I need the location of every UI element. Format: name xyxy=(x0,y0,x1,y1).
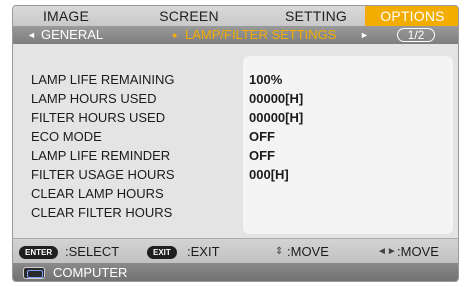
left-arrow-icon[interactable]: ◄ xyxy=(27,26,36,44)
active-dot-icon: ● xyxy=(172,30,178,40)
input-source-label: COMPUTER xyxy=(53,265,128,280)
subtab-general[interactable]: GENERAL xyxy=(41,26,103,44)
right-arrow-icon[interactable]: ► xyxy=(360,26,369,44)
settings-content: LAMP LIFE REMAINING 100% LAMP HOURS USED… xyxy=(13,44,458,238)
subtab-lamp-filter-settings[interactable]: LAMP/FILTER SETTINGS xyxy=(185,26,336,44)
move-up-down-label: :MOVE xyxy=(287,244,329,259)
menu-item-value: OFF xyxy=(249,148,275,163)
input-source-bar: COMPUTER xyxy=(13,263,458,281)
menu-item-value: 100% xyxy=(249,72,283,87)
menu-item-lamp-life-reminder[interactable]: LAMP LIFE REMINDER OFF xyxy=(13,146,458,165)
computer-icon xyxy=(23,267,45,279)
menu-item-eco-mode[interactable]: ECO MODE OFF xyxy=(13,127,458,146)
menu-item-label: LAMP HOURS USED xyxy=(31,91,157,106)
menu-item-lamp-life-remaining[interactable]: LAMP LIFE REMAINING 100% xyxy=(13,70,458,89)
menu-item-label: FILTER USAGE HOURS xyxy=(31,167,175,182)
menu-item-label: CLEAR LAMP HOURS xyxy=(31,186,164,201)
menu-item-label: ECO MODE xyxy=(31,129,102,144)
exit-action-label: :EXIT xyxy=(187,244,220,259)
menu-item-lamp-hours-used[interactable]: LAMP HOURS USED 00000[H] xyxy=(13,89,458,108)
menu-tab-bar: IMAGE SCREEN SETTING OPTIONS xyxy=(13,6,458,26)
tab-setting[interactable]: SETTING xyxy=(271,6,361,26)
menu-item-value: 000[H] xyxy=(249,167,289,182)
tab-options[interactable]: OPTIONS xyxy=(365,6,458,26)
menu-item-value: 00000[H] xyxy=(249,110,304,125)
menu-item-value: OFF xyxy=(249,129,275,144)
enter-key-icon: ENTER xyxy=(19,246,59,259)
menu-item-label: LAMP LIFE REMAINING xyxy=(31,72,175,87)
move-left-right-label: :MOVE xyxy=(397,244,439,259)
exit-key-icon: EXIT xyxy=(147,246,177,259)
menu-item-clear-lamp-hours[interactable]: CLEAR LAMP HOURS xyxy=(13,184,458,203)
tab-screen[interactable]: SCREEN xyxy=(149,6,229,26)
menu-item-clear-filter-hours[interactable]: CLEAR FILTER HOURS xyxy=(13,203,458,222)
enter-action-label: :SELECT xyxy=(65,244,120,259)
tab-image[interactable]: IMAGE xyxy=(31,6,101,26)
menu-item-label: CLEAR FILTER HOURS xyxy=(31,205,173,220)
menu-item-value: 00000[H] xyxy=(249,91,304,106)
menu-item-label: FILTER HOURS USED xyxy=(31,110,166,125)
submenu-bar: ◄ GENERAL ● LAMP/FILTER SETTINGS ► 1/2 xyxy=(13,26,458,44)
menu-item-filter-usage-hours[interactable]: FILTER USAGE HOURS 000[H] xyxy=(13,165,458,184)
page-indicator: 1/2 xyxy=(397,28,435,42)
menu-item-filter-hours-used[interactable]: FILTER HOURS USED 00000[H] xyxy=(13,108,458,127)
osd-menu: IMAGE SCREEN SETTING OPTIONS ◄ GENERAL ●… xyxy=(12,5,459,282)
up-down-arrow-icon: ⇕ xyxy=(275,246,284,257)
key-guide-bar: ENTER :SELECT EXIT :EXIT ⇕ :MOVE ◄► :MOV… xyxy=(13,238,458,263)
menu-item-label: LAMP LIFE REMINDER xyxy=(31,148,171,163)
left-right-arrow-icon: ◄► xyxy=(377,246,397,257)
